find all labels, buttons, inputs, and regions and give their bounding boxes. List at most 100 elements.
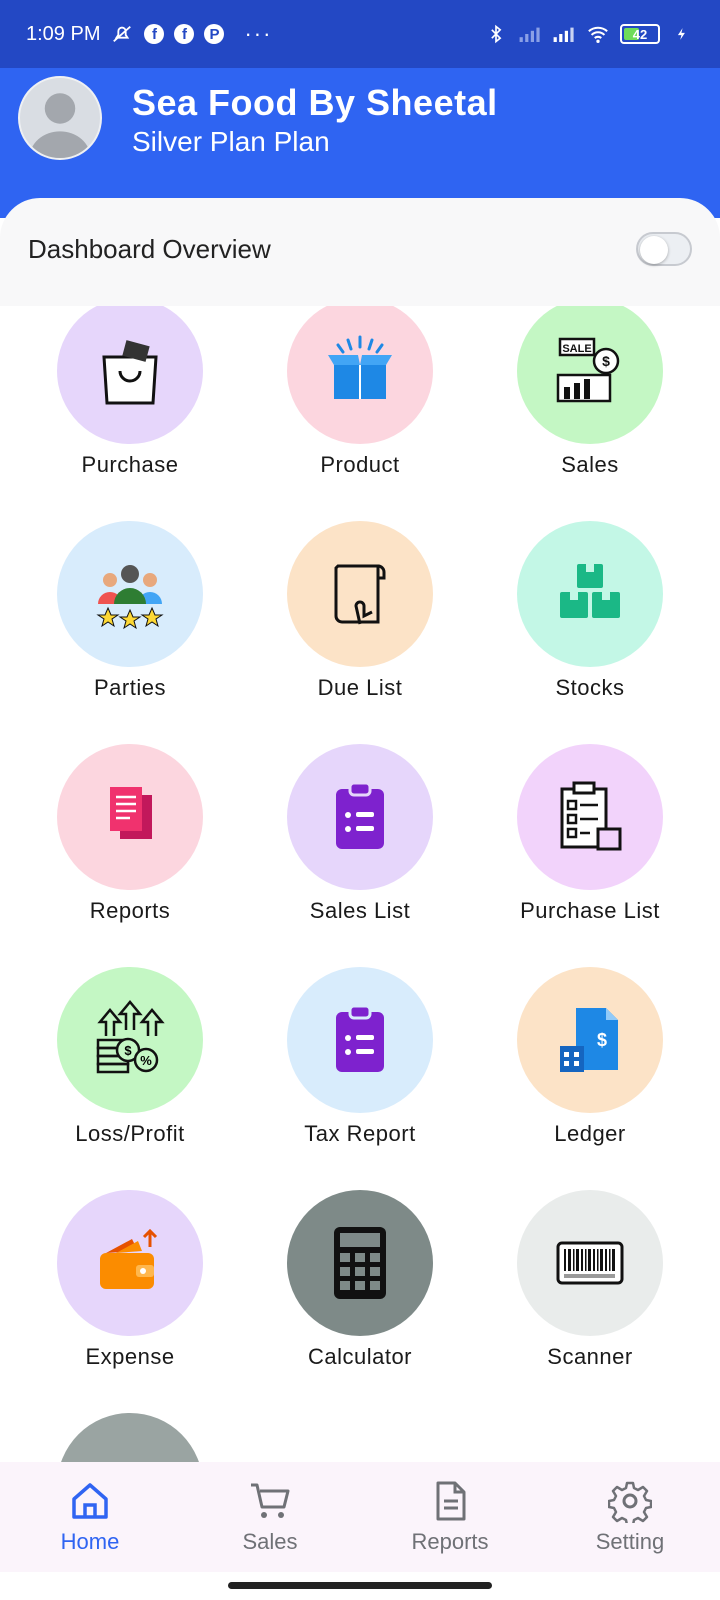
shopping-bag-icon <box>102 340 158 405</box>
loss-profit-circle: $ % <box>57 967 203 1113</box>
status-bar: 1:09 PM f f P ··· 42 <box>0 0 720 68</box>
partial-circle <box>57 1413 203 1462</box>
barcode-icon <box>556 1241 624 1285</box>
nav-setting[interactable]: Setting <box>540 1462 720 1572</box>
nav-home[interactable]: Home <box>0 1462 180 1572</box>
tile-expense[interactable]: Expense <box>16 1190 244 1390</box>
avatar[interactable] <box>18 76 102 160</box>
tile-partial[interactable] <box>16 1413 244 1462</box>
purchase-list-circle <box>517 744 663 890</box>
tile-product[interactable]: Product <box>246 306 474 498</box>
people-stars-icon <box>96 565 164 630</box>
clipboard-list-icon <box>336 781 384 849</box>
nav-label: Reports <box>411 1529 489 1554</box>
tile-calculator[interactable]: Calculator <box>246 1190 474 1390</box>
bottom-navigation: Home Sales Reports Setting <box>0 1462 720 1572</box>
stocks-circle <box>517 521 663 667</box>
home-icon <box>72 1483 108 1519</box>
charging-icon <box>670 22 694 46</box>
tile-due-list[interactable]: Due List <box>246 521 474 721</box>
battery-icon: 42 <box>620 24 660 44</box>
stacked-boxes-icon <box>560 564 620 618</box>
tile-label: Purchase <box>81 452 179 477</box>
tile-label: Loss/Profit <box>75 1121 185 1146</box>
tile-label: Reports <box>89 898 171 923</box>
checklist-box-icon <box>560 781 622 851</box>
purchase-circle <box>57 306 203 444</box>
bluetooth-icon <box>484 22 508 46</box>
svg-text:$: $ <box>602 353 610 369</box>
svg-text:SALE: SALE <box>562 343 591 355</box>
tile-label: Sales <box>561 452 619 477</box>
nav-label: Sales <box>242 1529 298 1554</box>
sales-list-circle <box>287 744 433 890</box>
tile-reports[interactable]: Reports <box>16 744 244 944</box>
wallet-icon <box>100 1228 158 1289</box>
parties-circle <box>57 521 203 667</box>
calculator-circle <box>287 1190 433 1336</box>
tile-ledger[interactable]: $ Ledger <box>476 967 704 1167</box>
tile-sales-list[interactable]: Sales List <box>246 744 474 944</box>
signal-icon <box>552 22 576 46</box>
tile-purchase-list[interactable]: Purchase List <box>476 744 704 944</box>
tile-stocks[interactable]: Stocks <box>476 521 704 721</box>
money-growth-icon: $ % <box>96 1000 165 1074</box>
nav-sales[interactable]: Sales <box>180 1462 360 1572</box>
plan-name: Silver Plan Plan <box>132 126 330 157</box>
tile-label: Expense <box>85 1344 175 1369</box>
tile-purchase[interactable]: Purchase <box>16 306 244 498</box>
tile-tax-report[interactable]: Tax Report <box>246 967 474 1167</box>
tile-label: Scanner <box>547 1344 633 1369</box>
open-box-icon <box>328 335 392 399</box>
tile-label: Tax Report <box>304 1121 416 1146</box>
document-icon <box>436 1481 466 1521</box>
ledger-building-icon: $ <box>560 1008 618 1072</box>
dashboard-overview-toggle[interactable] <box>636 232 692 266</box>
tile-label: Sales List <box>309 898 411 923</box>
tile-label: Stocks <box>555 675 625 700</box>
reports-circle <box>57 744 203 890</box>
nav-label: Home <box>60 1529 120 1554</box>
app-header: Sea Food By Sheetal Silver Plan Plan <box>0 68 720 218</box>
toggle-knob <box>640 236 668 264</box>
tile-label: Purchase List <box>520 898 660 923</box>
business-name: Sea Food By Sheetal <box>132 82 498 123</box>
due-list-circle <box>287 521 433 667</box>
expense-circle <box>57 1190 203 1336</box>
tile-label: Product <box>320 452 400 477</box>
tax-report-circle <box>287 967 433 1113</box>
sales-report-icon: SALE $ <box>556 337 620 403</box>
cart-icon <box>251 1483 290 1518</box>
tile-label: Parties <box>94 675 166 700</box>
dashboard-overview-label: Dashboard Overview <box>28 234 271 264</box>
tile-scanner[interactable]: Scanner <box>476 1190 704 1390</box>
gear-icon <box>608 1481 652 1523</box>
ledger-circle: $ <box>517 967 663 1113</box>
status-time: 1:09 PM <box>26 22 101 45</box>
receipt-scroll-icon <box>334 564 386 625</box>
documents-icon <box>110 787 152 839</box>
home-indicator[interactable] <box>228 1582 492 1589</box>
clipboard-list-icon <box>336 1004 384 1072</box>
sales-circle: SALE $ <box>517 306 663 444</box>
feature-grid: Purchase Product SALE $ Sales Parties Du… <box>0 306 720 1462</box>
product-circle <box>287 306 433 444</box>
svg-text:$: $ <box>124 1043 132 1058</box>
tile-sales[interactable]: SALE $ Sales <box>476 306 704 498</box>
tile-label: Ledger <box>554 1121 626 1146</box>
tile-loss-profit[interactable]: $ % Loss/Profit <box>16 967 244 1167</box>
svg-text:$: $ <box>597 1030 607 1050</box>
tile-parties[interactable]: Parties <box>16 521 244 721</box>
scanner-circle <box>517 1190 663 1336</box>
nav-reports[interactable]: Reports <box>360 1462 540 1572</box>
tile-label: Calculator <box>307 1344 413 1369</box>
signal-icon <box>518 22 542 46</box>
dashboard-overview-panel: Dashboard Overview <box>0 198 720 306</box>
svg-text:%: % <box>140 1053 152 1068</box>
calculator-icon <box>334 1227 386 1299</box>
app-icon: P <box>204 24 225 44</box>
tile-label: Due List <box>317 675 403 700</box>
battery-level: 42 <box>632 26 648 42</box>
wifi-icon <box>586 22 610 46</box>
facebook-icon: f <box>144 24 165 44</box>
